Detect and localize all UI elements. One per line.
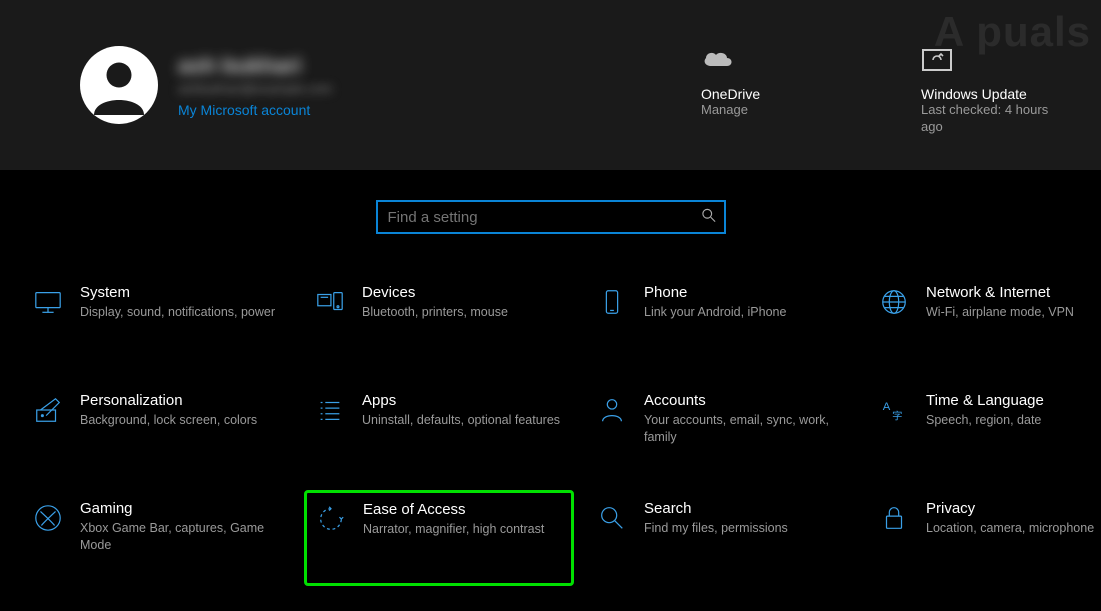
category-privacy[interactable]: Privacy Location, camera, microphone — [868, 490, 1101, 586]
category-text: Personalization Background, lock screen, … — [80, 392, 257, 429]
person-silhouette-icon — [89, 55, 149, 115]
category-text: Time & Language Speech, region, date — [926, 392, 1044, 429]
category-text: Accounts Your accounts, email, sync, work… — [644, 392, 844, 446]
category-phone[interactable]: Phone Link your Android, iPhone — [586, 274, 856, 370]
category-sub: Link your Android, iPhone — [644, 304, 786, 321]
onedrive-sub: Manage — [701, 102, 748, 119]
settings-header: ash bukhari ashbukhari@example.com My Mi… — [0, 0, 1101, 170]
category-sub: Bluetooth, printers, mouse — [362, 304, 508, 321]
user-text: ash bukhari ashbukhari@example.com My Mi… — [178, 53, 332, 118]
category-apps[interactable]: Apps Uninstall, defaults, optional featur… — [304, 382, 574, 478]
apps-icon — [312, 392, 348, 428]
category-title: Gaming — [80, 500, 280, 517]
cloud-icon — [701, 40, 735, 78]
category-title: Accounts — [644, 392, 844, 409]
user-email: ashbukhari@example.com — [178, 81, 332, 96]
category-accounts[interactable]: Accounts Your accounts, email, sync, work… — [586, 382, 856, 478]
category-sub: Location, camera, microphone — [926, 520, 1094, 537]
category-search-cat[interactable]: Search Find my files, permissions — [586, 490, 856, 586]
category-time[interactable]: Time & Language Speech, region, date — [868, 382, 1101, 478]
category-title: System — [80, 284, 275, 301]
xbox-icon — [30, 500, 66, 536]
category-gaming[interactable]: Gaming Xbox Game Bar, captures, Game Mode — [22, 490, 292, 586]
category-title: Apps — [362, 392, 560, 409]
category-sub: Narrator, magnifier, high contrast — [363, 521, 544, 538]
category-text: Network & Internet Wi-Fi, airplane mode, … — [926, 284, 1074, 321]
search-input[interactable] — [376, 200, 726, 234]
time-lang-icon — [876, 392, 912, 428]
category-text: Ease of Access Narrator, magnifier, high … — [363, 501, 544, 538]
category-sub: Background, lock screen, colors — [80, 412, 257, 429]
category-title: Ease of Access — [363, 501, 544, 518]
category-network[interactable]: Network & Internet Wi-Fi, airplane mode, … — [868, 274, 1101, 370]
category-text: Phone Link your Android, iPhone — [644, 284, 786, 321]
monitor-icon — [30, 284, 66, 320]
update-title: Windows Update — [921, 86, 1027, 102]
update-sub: Last checked: 4 hours ago — [921, 102, 1071, 136]
category-ease[interactable]: Ease of Access Narrator, magnifier, high … — [304, 490, 574, 586]
onedrive-tile[interactable]: OneDrive Manage — [701, 40, 851, 136]
onedrive-title: OneDrive — [701, 86, 760, 102]
my-microsoft-account-link[interactable]: My Microsoft account — [178, 102, 332, 118]
globe-icon — [876, 284, 912, 320]
category-title: Time & Language — [926, 392, 1044, 409]
windows-update-tile[interactable]: Windows Update Last checked: 4 hours ago — [921, 40, 1071, 136]
category-text: Gaming Xbox Game Bar, captures, Game Mode — [80, 500, 280, 554]
search-wrap — [0, 200, 1101, 234]
category-sub: Display, sound, notifications, power — [80, 304, 275, 321]
category-title: Personalization — [80, 392, 257, 409]
avatar[interactable] — [80, 46, 158, 124]
category-title: Search — [644, 500, 788, 517]
search-cat-icon — [594, 500, 630, 536]
category-personalization[interactable]: Personalization Background, lock screen, … — [22, 382, 292, 478]
category-sub: Find my files, permissions — [644, 520, 788, 537]
category-title: Phone — [644, 284, 786, 301]
ease-icon — [313, 501, 349, 537]
search-icon — [702, 209, 716, 226]
category-title: Privacy — [926, 500, 1094, 517]
header-right-tiles: OneDrive Manage Windows Update Last chec… — [701, 40, 1071, 136]
update-icon — [921, 40, 955, 78]
devices-icon — [312, 284, 348, 320]
category-devices[interactable]: Devices Bluetooth, printers, mouse — [304, 274, 574, 370]
category-title: Network & Internet — [926, 284, 1074, 301]
category-text: Apps Uninstall, defaults, optional featur… — [362, 392, 560, 429]
category-title: Devices — [362, 284, 508, 301]
phone-icon — [594, 284, 630, 320]
person-icon — [594, 392, 630, 428]
category-sub: Wi-Fi, airplane mode, VPN — [926, 304, 1074, 321]
settings-categories: System Display, sound, notifications, pow… — [0, 274, 1101, 586]
brush-icon — [30, 392, 66, 428]
user-block: ash bukhari ashbukhari@example.com My Mi… — [80, 46, 332, 124]
category-sub: Uninstall, defaults, optional features — [362, 412, 560, 429]
category-text: Devices Bluetooth, printers, mouse — [362, 284, 508, 321]
category-sub: Xbox Game Bar, captures, Game Mode — [80, 520, 280, 554]
category-sub: Your accounts, email, sync, work, family — [644, 412, 844, 446]
category-sub: Speech, region, date — [926, 412, 1044, 429]
category-text: System Display, sound, notifications, pow… — [80, 284, 275, 321]
category-text: Search Find my files, permissions — [644, 500, 788, 537]
category-text: Privacy Location, camera, microphone — [926, 500, 1094, 537]
category-system[interactable]: System Display, sound, notifications, pow… — [22, 274, 292, 370]
lock-icon — [876, 500, 912, 536]
user-name: ash bukhari — [178, 53, 332, 79]
